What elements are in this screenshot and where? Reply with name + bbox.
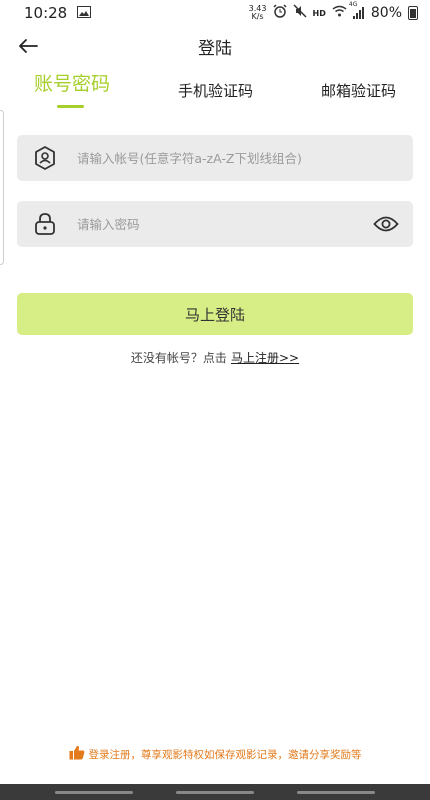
register-link[interactable]: 马上注册>> [231, 351, 299, 365]
user-shield-icon [31, 144, 59, 172]
network-speed: 3.43 K/s [248, 4, 267, 21]
active-tab-indicator [57, 105, 84, 108]
account-input[interactable] [77, 135, 413, 181]
thumbs-up-icon [69, 745, 85, 763]
show-password-button[interactable] [371, 209, 401, 239]
system-nav-bar [0, 784, 430, 800]
tab-account-password[interactable]: 账号密码 [34, 69, 110, 96]
tab-phone-code[interactable]: 手机验证码 [178, 80, 253, 101]
mute-icon [293, 4, 307, 22]
edge-drawer-handle[interactable] [0, 110, 4, 265]
nav-back[interactable] [297, 791, 375, 794]
header: 登陆 [0, 28, 430, 64]
login-method-tabs: 账号密码 手机验证码 邮箱验证码 [0, 72, 430, 112]
gallery-icon [77, 4, 92, 22]
register-prompt-text: 还没有帐号？点击 [130, 351, 227, 365]
signal-icon: 4G [349, 1, 365, 19]
page-title: 登陆 [198, 39, 232, 59]
tab-email-code[interactable]: 邮箱验证码 [321, 80, 396, 101]
eye-icon [373, 216, 399, 232]
account-field [17, 135, 413, 181]
status-bar: 10:28 3.43 K/s HD 4G 80% [0, 0, 430, 26]
nav-recents[interactable] [55, 791, 133, 794]
battery-icon [408, 6, 418, 20]
wifi-icon [332, 5, 347, 21]
hd-badge: HD [312, 8, 326, 18]
password-field [17, 201, 413, 247]
login-button[interactable]: 马上登陆 [17, 293, 413, 335]
bottom-tip-text: 登录注册，尊享观影特权如保存观影记录，邀请分享奖励等 [88, 748, 362, 761]
bottom-tip: 登录注册，尊享观影特权如保存观影记录，邀请分享奖励等 [0, 745, 430, 763]
lock-icon [31, 210, 59, 238]
register-prompt: 还没有帐号？点击 马上注册>> [0, 349, 430, 366]
password-input[interactable] [77, 201, 371, 247]
status-time: 10:28 [24, 4, 68, 22]
nav-home[interactable] [176, 791, 254, 794]
alarm-icon [273, 4, 287, 22]
battery-percent: 80% [370, 5, 402, 21]
